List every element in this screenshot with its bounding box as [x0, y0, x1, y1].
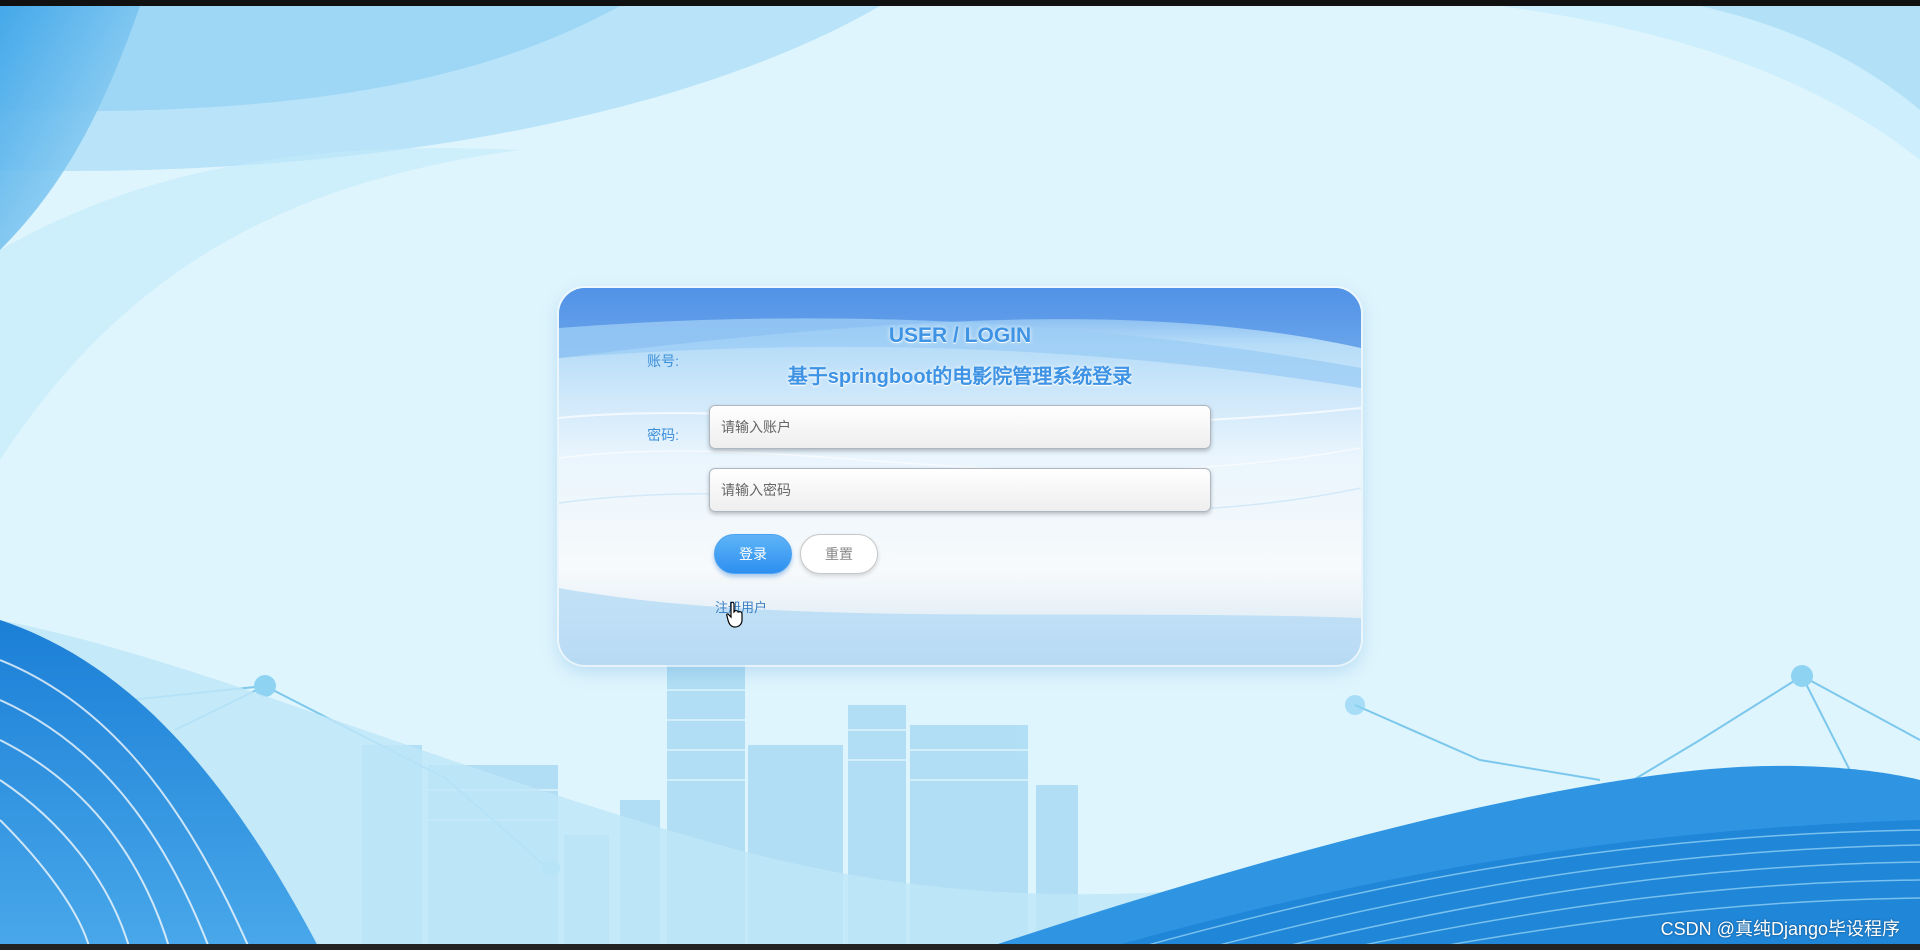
login-card: USER / LOGIN 基于springboot的电影院管理系统登录 账号: …	[559, 288, 1361, 665]
password-input[interactable]	[709, 468, 1211, 512]
window-bottom-bar	[0, 944, 1920, 950]
login-title-cn: 基于springboot的电影院管理系统登录	[787, 366, 1133, 388]
login-title-en: USER / LOGIN	[888, 324, 1032, 347]
csdn-watermark: CSDN @真纯Django毕设程序	[1660, 919, 1900, 939]
login-button[interactable]: 登录	[714, 534, 792, 574]
hand-pointer-icon	[726, 602, 743, 628]
password-label: 密码:	[647, 427, 679, 443]
account-label: 账号:	[647, 353, 679, 369]
reset-button[interactable]: 重置	[800, 534, 878, 574]
account-input[interactable]	[709, 405, 1211, 449]
